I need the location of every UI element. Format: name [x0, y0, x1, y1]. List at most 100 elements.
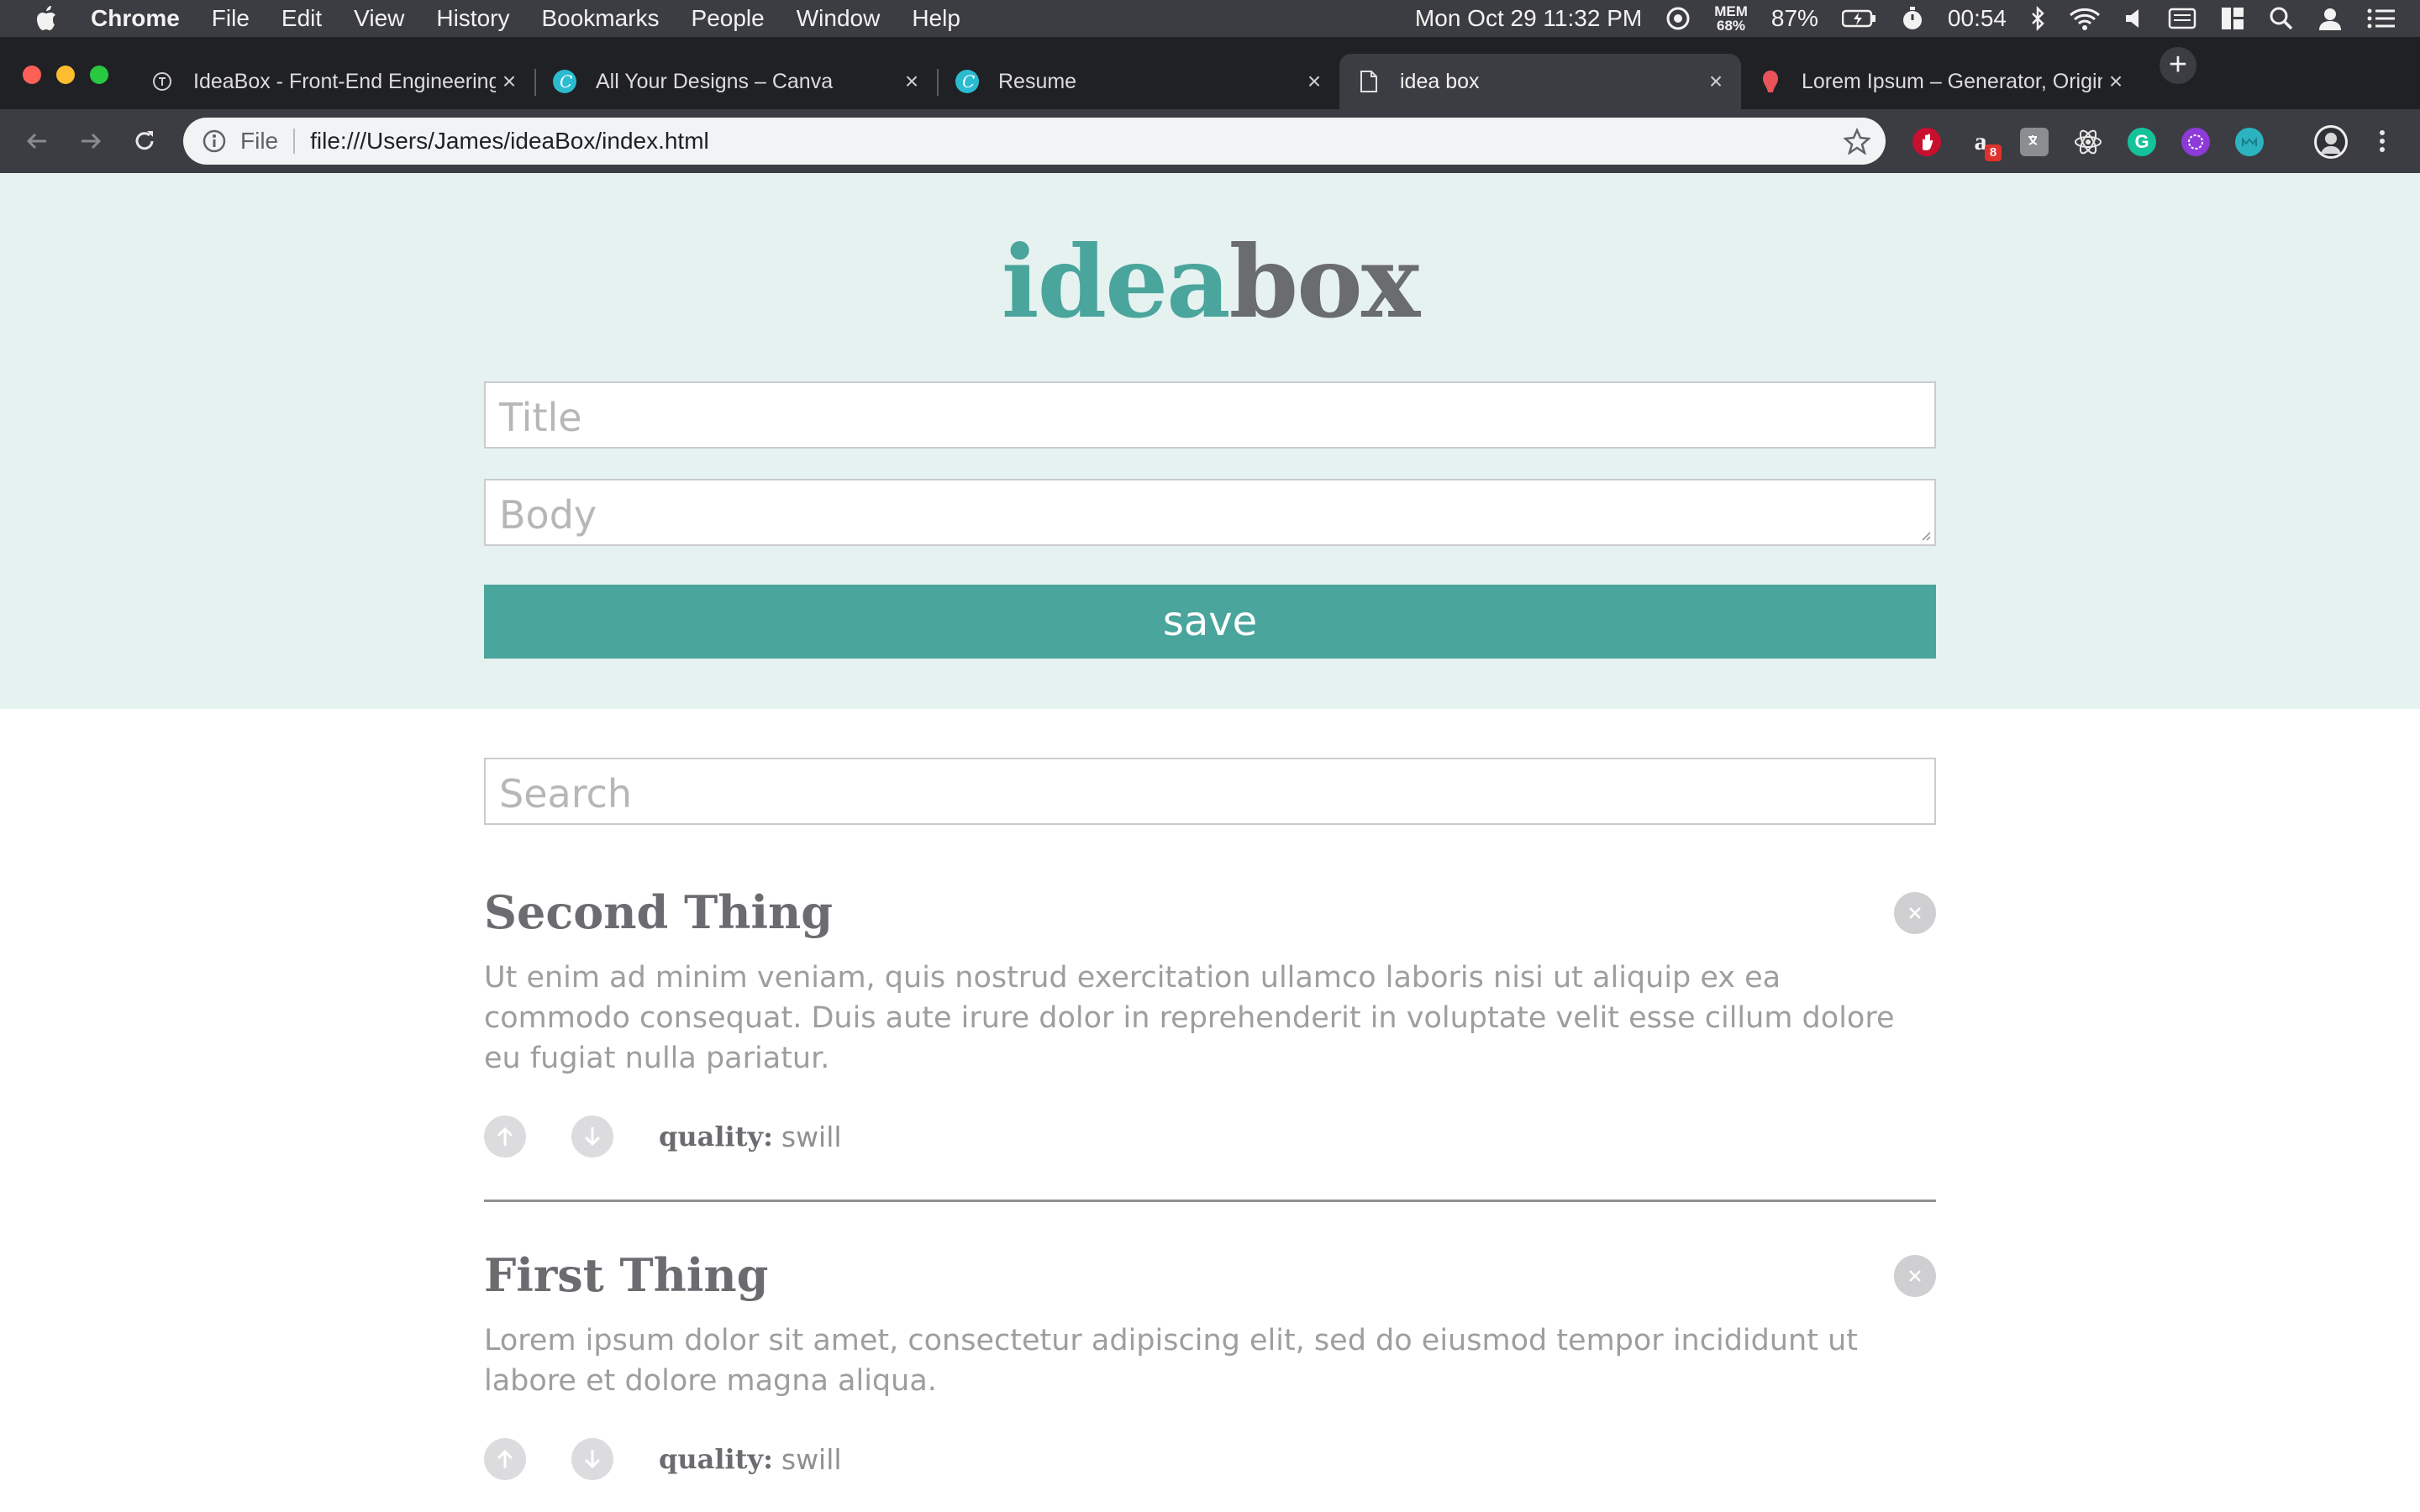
quality-value: swill [781, 1120, 842, 1153]
bluetooth-icon[interactable] [2030, 6, 2045, 31]
window-minimize-button[interactable] [56, 66, 75, 84]
upvote-button[interactable] [484, 1438, 526, 1480]
reload-icon [135, 131, 154, 150]
extension-react-devtools-icon[interactable] [2074, 128, 2102, 156]
extension-momentum-icon[interactable] [2235, 128, 2264, 156]
tab-close-icon[interactable]: × [496, 68, 523, 95]
idea-body[interactable]: Lorem ipsum dolor sit amet, consectetur … [484, 1320, 1936, 1401]
upvote-button[interactable] [484, 1116, 526, 1158]
timer-icon[interactable] [1901, 6, 1924, 31]
logo-idea: idea [1001, 223, 1231, 340]
idea-body[interactable]: Ut enim ad minim veniam, quis nostrud ex… [484, 958, 1936, 1079]
search-placeholder: Search [499, 771, 633, 816]
menu-people[interactable]: People [692, 5, 765, 32]
idea-quality-row: quality: swill [484, 1438, 1936, 1480]
document-icon [1356, 69, 1381, 94]
forward-button[interactable] [74, 124, 108, 158]
search-input[interactable]: Search [484, 758, 1936, 825]
new-tab-button[interactable]: + [2160, 47, 2196, 84]
idea-quality-row: quality: swill [484, 1116, 1936, 1158]
menu-help[interactable]: Help [912, 5, 960, 32]
window-close-button[interactable] [23, 66, 41, 84]
extension-translate-icon[interactable] [2020, 128, 2049, 156]
extension-grammarly-icon[interactable]: G [2128, 128, 2156, 156]
arrow-up-icon [497, 1126, 513, 1146]
quality-value: swill [781, 1442, 842, 1476]
tab-idea-box-active[interactable]: idea box × [1339, 54, 1741, 109]
spotlight-search-icon[interactable] [2269, 6, 2294, 31]
quality-label: quality: [659, 1443, 773, 1475]
extension-badge: 8 [1985, 144, 2002, 161]
tab-ideabox-turing[interactable]: IdeaBox - Front-End Engineering × [133, 54, 534, 109]
window-manager-icon[interactable] [2220, 6, 2245, 31]
browser-toolbar: File file:///Users/James/ideaBox/index.h… [0, 109, 2420, 173]
volume-icon[interactable] [2124, 7, 2144, 30]
downvote-button[interactable] [571, 1116, 613, 1158]
app-logo: ideabox [0, 223, 2420, 340]
close-icon [1909, 1270, 1921, 1282]
clock[interactable]: Mon Oct 29 11:32 PM [1415, 5, 1642, 32]
reload-button[interactable] [128, 124, 161, 158]
tab-close-icon[interactable]: × [2102, 68, 2129, 95]
chrome-menu-button[interactable] [2368, 124, 2396, 158]
title-placeholder: Title [499, 395, 582, 440]
tab-resume[interactable]: C Resume × [938, 54, 1339, 109]
svg-text:C: C [560, 71, 572, 92]
menu-bar-status-area: Mon Oct 29 11:32 PM MEM 68% 87% 00:54 [1415, 0, 2420, 37]
input-source-icon[interactable] [2168, 6, 2196, 31]
arrow-down-icon [584, 1127, 601, 1147]
tab-close-icon[interactable]: × [898, 68, 925, 95]
turing-icon [150, 69, 175, 94]
vpn-icon[interactable] [1665, 6, 1691, 31]
tab-close-icon[interactable]: × [1301, 68, 1328, 95]
delete-idea-button[interactable] [1894, 892, 1936, 934]
back-button[interactable] [20, 124, 54, 158]
idea-divider [484, 1200, 1936, 1202]
save-button[interactable]: save [484, 585, 1936, 659]
notification-center-icon[interactable] [2366, 6, 2396, 31]
menu-history[interactable]: History [436, 5, 509, 32]
idea-title[interactable]: First Thing [484, 1248, 1936, 1302]
idea-card: First Thing Lorem ipsum dolor sit amet, … [484, 1248, 1936, 1480]
timer-value[interactable]: 00:54 [1948, 5, 2007, 32]
idea-title[interactable]: Second Thing [484, 885, 1936, 939]
tab-close-icon[interactable]: × [1702, 68, 1729, 95]
menu-window[interactable]: Window [797, 5, 881, 32]
more-vertical-icon [2380, 130, 2385, 152]
extension-colorzilla-icon[interactable] [2181, 128, 2210, 156]
body-textarea[interactable]: Body [484, 479, 1936, 546]
resize-handle-icon[interactable] [1919, 529, 1931, 541]
user-icon[interactable] [2317, 6, 2343, 31]
info-icon[interactable] [202, 129, 227, 154]
menu-view[interactable]: View [354, 5, 404, 32]
quality-label: quality: [659, 1121, 773, 1152]
tab-title: Lorem Ipsum – Generator, Origins [1802, 69, 2102, 93]
menu-app-chrome[interactable]: Chrome [91, 5, 180, 32]
tab-canva-designs[interactable]: C All Your Designs – Canva × [535, 54, 937, 109]
window-zoom-button[interactable] [90, 66, 108, 84]
canva-icon: C [552, 69, 577, 94]
battery-charging-icon[interactable] [1841, 8, 1877, 29]
memory-monitor[interactable]: MEM 68% [1714, 4, 1748, 33]
menu-edit[interactable]: Edit [281, 5, 322, 32]
page-viewport: ideabox Title Body save Search Second Th… [0, 173, 2420, 1512]
apple-logo-icon[interactable] [35, 6, 57, 31]
omnibox-divider [293, 129, 296, 154]
title-input[interactable]: Title [484, 381, 1936, 449]
tab-title: All Your Designs – Canva [596, 69, 834, 93]
menu-bookmarks[interactable]: Bookmarks [541, 5, 659, 32]
downvote-button[interactable] [571, 1438, 613, 1480]
arrow-down-icon [584, 1450, 601, 1469]
menu-file[interactable]: File [212, 5, 250, 32]
wifi-icon[interactable] [2069, 7, 2101, 30]
delete-idea-button[interactable] [1894, 1255, 1936, 1297]
battery-percent[interactable]: 87% [1771, 5, 1818, 32]
address-bar[interactable]: File file:///Users/James/ideaBox/index.h… [183, 118, 1886, 165]
canva-icon: C [955, 69, 980, 94]
extension-amazon-icon[interactable]: a 8 [1966, 128, 2002, 161]
bookmark-star-icon[interactable] [1844, 128, 1870, 155]
url-text[interactable]: file:///Users/James/ideaBox/index.html [310, 128, 1844, 155]
tab-lorem-ipsum[interactable]: Lorem Ipsum – Generator, Origins × [1741, 54, 2141, 109]
profile-avatar[interactable] [2314, 125, 2348, 159]
extension-adblock-icon[interactable] [1912, 128, 1941, 156]
